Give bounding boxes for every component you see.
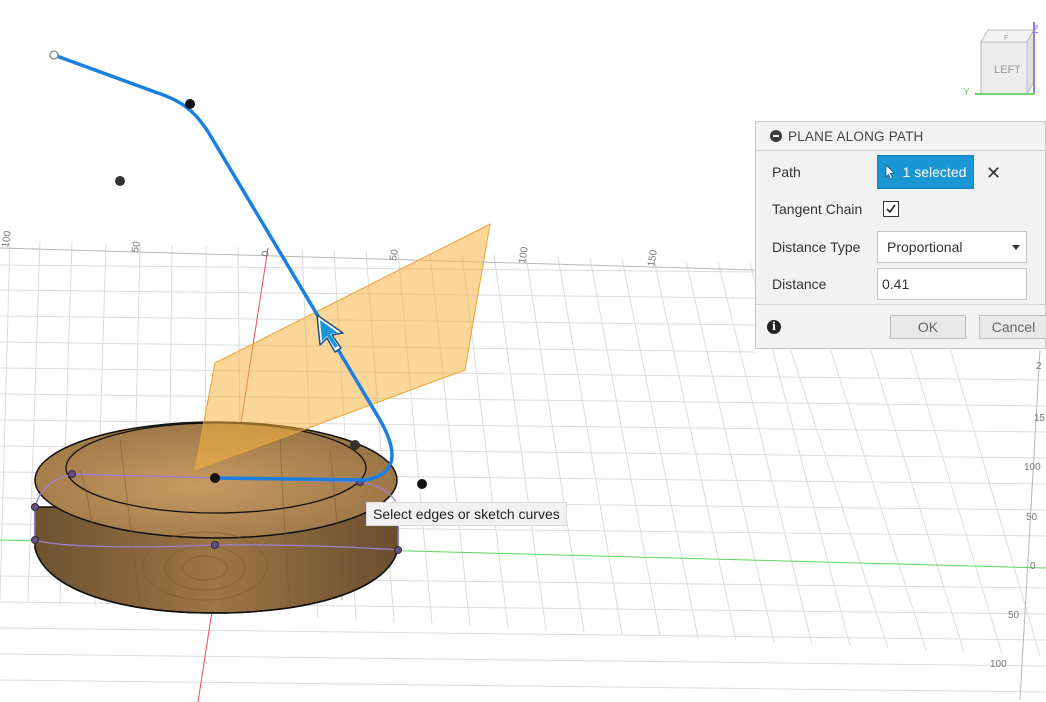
tangent-chain-label: Tangent Chain — [772, 201, 863, 217]
ruler-label: 50 — [388, 248, 401, 261]
cancel-button[interactable]: Cancel — [979, 315, 1046, 339]
distance-type-label: Distance Type — [772, 239, 861, 255]
selection-tooltip: Select edges or sketch curves — [366, 502, 567, 526]
ruler-label: 0 — [1030, 561, 1036, 572]
right-ruler-labels: 2 15 100 50 0 50 100 — [990, 361, 1046, 670]
ruler-label: 100 — [517, 246, 531, 265]
path-start-point[interactable] — [49, 50, 59, 60]
view-cube-z-label: Z — [1032, 24, 1039, 36]
view-cube-y-label: Y — [963, 87, 970, 98]
view-cube[interactable]: F LEFT Z Y — [963, 22, 1039, 98]
ruler-label: 0 — [260, 250, 272, 258]
ruler-label: 100 — [990, 659, 1007, 670]
path-endpoint[interactable] — [210, 473, 220, 483]
ruler-label: 50 — [1008, 610, 1020, 621]
tangent-chain-row: Tangent Chain — [756, 192, 1045, 226]
collapse-icon[interactable] — [770, 130, 782, 142]
select-arrow-icon — [885, 164, 895, 180]
ok-button[interactable]: OK — [890, 315, 966, 339]
distance-type-value: Proportional — [887, 239, 963, 255]
ruler-label: 15 — [1034, 413, 1046, 424]
info-icon[interactable]: i — [767, 320, 781, 334]
dialog-title: PLANE ALONG PATH — [788, 128, 924, 144]
chevron-down-icon — [1012, 245, 1020, 250]
tangent-chain-checkbox[interactable] — [883, 201, 899, 217]
distance-input[interactable]: 0.41 — [877, 268, 1027, 300]
path-selection-button[interactable]: 1 selected — [877, 155, 974, 189]
ruler-label: 2 — [1036, 361, 1042, 372]
view-cube-face-label: LEFT — [994, 64, 1021, 76]
ruler-label: 100 — [0, 230, 14, 249]
path-label: Path — [772, 164, 801, 180]
path-row: Path 1 selected ✕ — [756, 155, 1045, 189]
ruler-label: 50 — [1026, 512, 1038, 523]
ruler-label: 150 — [646, 249, 660, 268]
distance-type-dropdown[interactable]: Proportional — [877, 231, 1027, 263]
top-ruler-labels: 100 50 0 50 100 150 — [0, 230, 660, 268]
path-selection-count: 1 selected — [902, 164, 967, 180]
distance-type-row: Distance Type Proportional — [756, 230, 1045, 264]
dialog-header[interactable]: PLANE ALONG PATH — [756, 122, 1045, 151]
ruler-label: 50 — [130, 240, 143, 253]
clear-selection-icon[interactable]: ✕ — [986, 163, 1001, 184]
3d-viewport[interactable]: 100 50 0 50 100 150 2 15 100 50 0 50 100 — [0, 0, 1046, 702]
view-cube-top-label: F — [1004, 35, 1008, 42]
plane-along-path-dialog: PLANE ALONG PATH Path 1 selected ✕ Tange… — [755, 121, 1046, 349]
checkmark-icon — [886, 204, 896, 214]
dialog-footer: i OK Cancel — [756, 304, 1046, 351]
ruler-label: 100 — [1024, 462, 1041, 473]
distance-value: 0.41 — [882, 276, 910, 292]
distance-row: Distance 0.41 — [756, 267, 1045, 301]
distance-label: Distance — [772, 276, 827, 292]
